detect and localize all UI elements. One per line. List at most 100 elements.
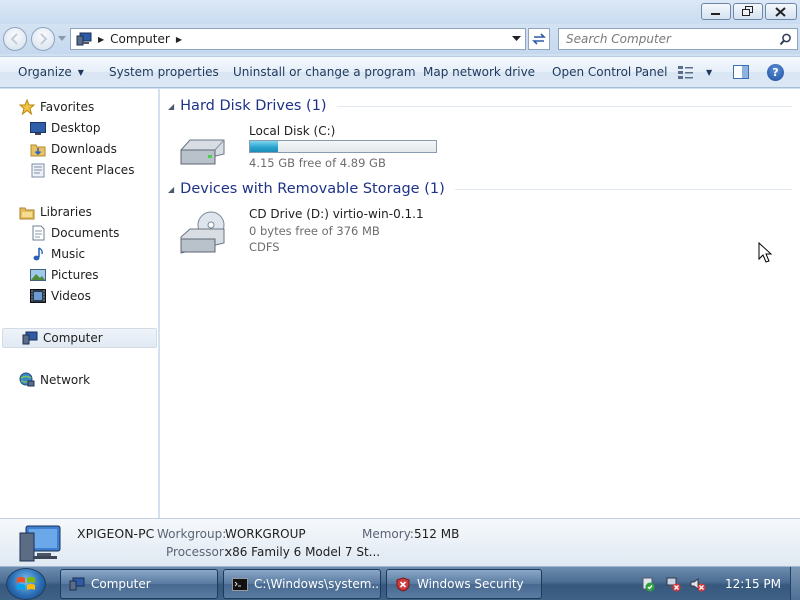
hard-drive-icon [180,139,225,165]
uninstall-program-button[interactable]: Uninstall or change a program [233,65,416,79]
group-header-hard-disk-drives[interactable]: ◢ Hard Disk Drives (1) [168,98,792,114]
forward-button[interactable] [31,27,55,51]
organize-button[interactable]: Organize ▼ [18,65,84,79]
sidebar-item-libraries[interactable]: Libraries [19,202,92,222]
system-properties-button[interactable]: System properties [109,65,219,79]
sidebar-item-computer[interactable]: Computer [2,328,157,348]
refresh-button[interactable] [528,28,550,50]
network-status-icon[interactable] [665,576,681,592]
computer-icon [76,32,92,46]
computer-icon [22,330,38,346]
windows-logo-icon [17,577,35,590]
drive-free-space: 0 bytes free of 376 MB [249,224,380,238]
collapse-triangle-icon[interactable]: ◢ [168,102,174,111]
taskbar-item-label: Computer [91,577,151,591]
help-button[interactable]: ? [767,64,784,81]
volume-muted-icon[interactable] [690,576,706,592]
network-icon [19,372,35,388]
breadcrumb-computer[interactable]: Computer [110,32,170,46]
group-divider [454,188,792,190]
content-pane: ◢ Hard Disk Drives (1) Local Disk (C:) 4… [160,89,800,518]
taskbar-clock[interactable]: 12:15 PM [725,577,781,591]
drive-local-disk-c[interactable]: Local Disk (C:) 4.15 GB free of 4.89 GB [178,122,437,172]
taskbar-item-windows-security[interactable]: Windows Security [386,569,542,599]
sidebar-item-pictures[interactable]: Pictures [30,265,99,285]
pictures-icon [30,267,46,283]
recent-pages-dropdown-icon[interactable] [58,36,66,42]
search-box[interactable] [558,28,798,50]
sidebar-item-favorites[interactable]: Favorites [19,97,94,117]
sidebar-item-documents[interactable]: Documents [30,223,119,243]
search-input[interactable] [566,32,776,46]
change-view-button[interactable]: ▼ [678,65,712,80]
processor-value: x86 Family 6 Model 7 St... [225,545,381,559]
close-button[interactable] [765,3,797,20]
sidebar-item-label: Music [51,247,86,261]
sidebar-item-music[interactable]: Music [30,244,85,264]
organize-label: Organize [18,65,72,79]
recent-places-icon [30,162,46,178]
computer-icon [19,525,61,562]
preview-pane-icon [733,65,749,79]
sidebar-item-label: Recent Places [51,163,135,177]
drive-cd-d[interactable]: CD Drive (D:) virtio-win-0.1.1 0 bytes f… [178,205,428,261]
minimize-icon [711,12,720,15]
sidebar-item-label: Desktop [51,121,101,135]
back-arrow-icon [10,33,18,45]
action-center-icon[interactable] [640,576,656,592]
sidebar-item-videos[interactable]: Videos [30,286,91,306]
back-button[interactable] [3,27,27,51]
restore-button[interactable] [733,3,763,20]
star-icon [19,99,35,115]
libraries-icon [19,204,35,220]
breadcrumb-chevron-icon[interactable]: ▶ [176,35,182,44]
desktop-icon [30,120,46,136]
breadcrumb-chevron-icon[interactable]: ▶ [98,35,104,44]
chevron-down-icon: ▼ [77,68,84,77]
group-title: Devices with Removable Storage (1) [180,181,445,197]
show-desktop-button[interactable] [790,567,800,600]
documents-icon [30,225,46,241]
processor-label: Processor: [166,545,228,559]
open-control-panel-button[interactable]: Open Control Panel [552,65,667,79]
collapse-triangle-icon[interactable]: ◢ [168,185,174,194]
address-bar[interactable]: ▶ Computer ▶ [70,28,526,50]
sidebar-item-label: Pictures [51,268,99,282]
drive-info: Local Disk (C:) 4.15 GB free of 4.89 GB [249,124,437,170]
taskbar-item-computer[interactable]: Computer [60,569,218,599]
drive-free-space: 4.15 GB free of 4.89 GB [249,156,386,170]
security-shield-icon [395,576,411,592]
forward-arrow-icon [40,33,48,45]
navigation-bar: ▶ Computer ▶ [0,24,800,54]
sidebar-item-network[interactable]: Network [19,370,90,390]
drive-name: Local Disk (C:) [249,124,336,138]
memory-label: Memory: [362,527,414,541]
minimize-button[interactable] [701,3,731,20]
group-header-removable-storage[interactable]: ◢ Devices with Removable Storage (1) [168,181,792,197]
sidebar-item-label: Computer [43,331,103,345]
computer-name: XPIGEON-PC [77,526,155,541]
sidebar-item-desktop[interactable]: Desktop [30,118,101,138]
sidebar-item-downloads[interactable]: Downloads [30,139,117,159]
group-divider [336,105,792,107]
restore-icon [742,6,753,16]
start-button[interactable] [6,568,46,600]
view-options-icon [678,66,693,79]
command-prompt-icon [232,576,248,592]
chevron-down-icon: ▼ [706,68,713,77]
title-bar [0,0,800,24]
close-icon [775,6,786,17]
mouse-cursor-icon [758,242,773,263]
taskbar-item-command-prompt[interactable]: C:\Windows\system... [223,569,381,599]
sidebar-item-label: Videos [51,289,91,303]
map-network-drive-button[interactable]: Map network drive [423,65,535,79]
address-dropdown-icon[interactable] [512,36,521,42]
group-title: Hard Disk Drives (1) [180,98,327,114]
system-tray [640,567,715,600]
preview-pane-button[interactable] [733,65,749,83]
sidebar-item-recent-places[interactable]: Recent Places [30,160,134,180]
disk-usage-fill [250,141,278,152]
sidebar-item-label: Network [40,373,91,387]
search-icon[interactable] [779,33,792,46]
computer-icon [69,576,85,592]
